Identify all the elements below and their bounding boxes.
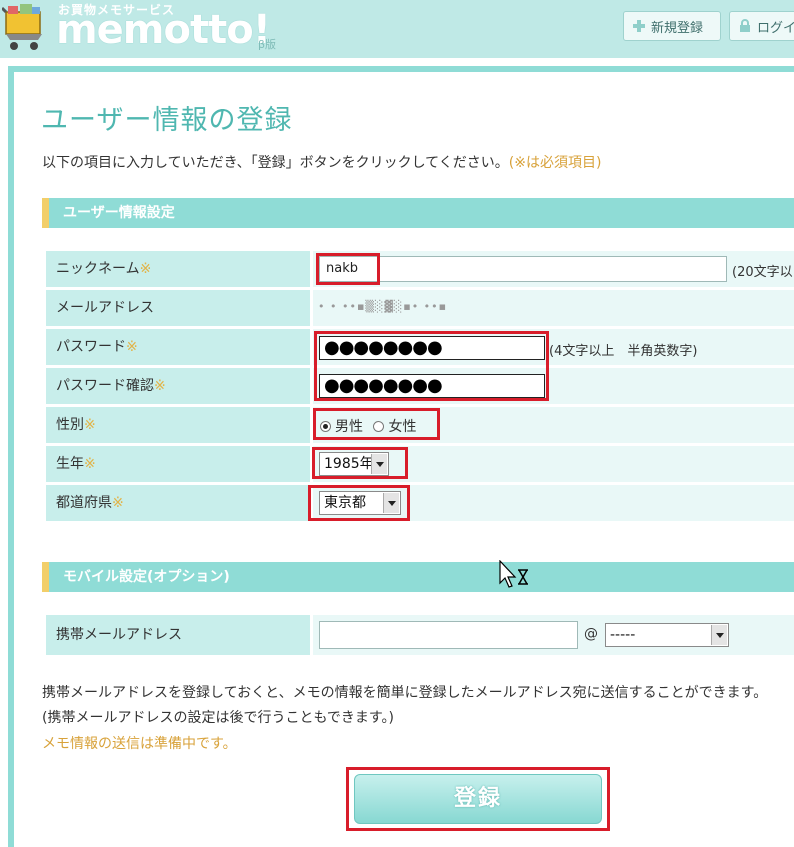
lock-icon [740,19,750,32]
section-mobile-settings: モバイル設定(オプション) [42,562,794,592]
nickname-input[interactable]: nakb [319,256,727,282]
highlight-prefecture [308,485,410,521]
beta-badge: β版 [258,38,277,51]
row-prefecture: 都道府県※ [46,485,794,521]
chevron-down-icon [711,625,727,645]
busy-cursor-icon [499,560,528,588]
highlight-submit [346,767,610,831]
intro-text: 以下の項目に入力していただき、「登録」ボタンをクリックしてください。(※は必須項… [42,152,601,172]
mobile-info-text: 携帯メールアドレスを登録しておくと、メモの情報を簡単に登録したメールアドレス宛に… [42,685,768,701]
highlight-birth-year [312,447,408,479]
mobile-domain-select[interactable]: ----- [605,623,729,647]
mobile-email-label: 携帯メールアドレス [46,615,310,655]
site-header: お買物メモサービス memotto! β版 新規登録 ログイ [0,0,794,58]
mobile-info-pending: メモ情報の送信は準備中です。 [42,736,237,752]
gender-label: 性別※ [46,407,310,443]
email-label: メールアドレス [46,290,310,326]
nickname-note: (20文字以 [732,265,793,280]
logo[interactable]: memotto! [56,8,271,52]
section-user-info: ユーザー情報設定 [42,198,794,228]
shopping-cart-icon [2,4,42,50]
login-label: ログイ [757,20,794,36]
email-value: • • ••▪▒░▓░▪• ••▪ [318,300,448,313]
nickname-label: ニックネーム※ [46,251,310,287]
login-button[interactable]: ログイ [729,11,794,41]
password-note: (4文字以上 半角英数字) [549,344,698,359]
plus-icon [633,20,645,32]
row-birth-year: 生年※ [46,446,794,482]
at-mark: @ [584,626,598,642]
new-register-label: 新規登録 [651,20,704,36]
prefecture-label: 都道府県※ [46,485,310,521]
birth-year-label: 生年※ [46,446,310,482]
password-confirm-label: パスワード確認※ [46,368,310,404]
highlight-nickname [316,253,380,285]
intro-required-note: (※は必須項目) [508,155,602,171]
password-label: パスワード※ [46,329,310,365]
mobile-email-input[interactable] [319,621,578,649]
highlight-password [314,331,549,401]
mobile-info-later: (携帯メールアドレスの設定は後で行うこともできます。) [42,710,394,726]
page-title: ユーザー情報の登録 [41,105,293,136]
highlight-gender [313,408,440,440]
new-register-button[interactable]: 新規登録 [623,11,721,41]
intro-main: 以下の項目に入力していただき、「登録」ボタンをクリックしてください。 [42,155,509,171]
